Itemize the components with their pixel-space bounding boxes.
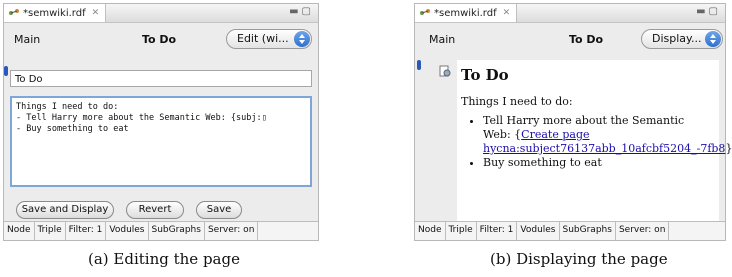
revert-button[interactable]: Revert — [126, 201, 184, 219]
close-icon[interactable]: ✕ — [92, 8, 100, 18]
caption-a: (a) Editing the page — [88, 250, 240, 268]
mode-select[interactable]: Display... — [641, 29, 723, 49]
file-tab[interactable]: *semwiki.rdf ✕ — [415, 4, 518, 22]
page-title: To Do — [569, 33, 604, 46]
page-content-editor[interactable]: Things I need to do: - Tell Harry more a… — [10, 96, 312, 187]
tab-subgraphs[interactable]: SubGraphs — [560, 222, 616, 240]
tab-triple[interactable]: Triple — [35, 222, 66, 240]
close-icon[interactable]: ✕ — [503, 8, 511, 18]
tab-vodules[interactable]: Vodules — [517, 222, 560, 240]
rendered-page: To Do Things I need to do: Tell Harry mo… — [457, 60, 732, 224]
list-item: Tell Harry more about the Semantic Web: … — [483, 114, 732, 156]
close-brace: } — [725, 142, 732, 155]
rendered-heading: To Do — [461, 66, 509, 84]
save-button[interactable]: Save — [196, 201, 242, 219]
select-arrows-icon — [294, 31, 310, 47]
tab-triple[interactable]: Triple — [446, 222, 477, 240]
tab-node[interactable]: Node — [4, 222, 35, 240]
marker-icon — [417, 60, 421, 70]
mode-select-value: Display... — [652, 32, 702, 45]
file-tab[interactable]: *semwiki.rdf ✕ — [4, 4, 107, 22]
tab-filter[interactable]: Filter: 1 — [477, 222, 518, 240]
tab-server[interactable]: Server: on — [616, 222, 670, 240]
tab-vodules[interactable]: Vodules — [106, 222, 149, 240]
list-item: Buy something to eat — [483, 156, 713, 170]
window-controls-icon[interactable]: ▬▢ — [696, 6, 721, 17]
file-tab-label: *semwiki.rdf — [23, 7, 86, 19]
rendered-list: Tell Harry more about the Semantic Web: … — [461, 114, 732, 170]
file-tab-label: *semwiki.rdf — [434, 7, 497, 19]
tab-server[interactable]: Server: on — [205, 222, 259, 240]
page-title: To Do — [142, 33, 177, 46]
select-arrows-icon — [705, 31, 721, 47]
tab-filter[interactable]: Filter: 1 — [66, 222, 107, 240]
title-field[interactable]: To Do — [10, 70, 312, 87]
rdf-file-icon — [8, 8, 20, 18]
caption-b: (b) Displaying the page — [490, 250, 668, 268]
tab-subgraphs[interactable]: SubGraphs — [149, 222, 205, 240]
display-titlebar: *semwiki.rdf ✕ ▬▢ — [415, 4, 725, 23]
bottom-tab-bar: Node Triple Filter: 1 Vodules SubGraphs … — [4, 221, 318, 240]
mode-select-value: Edit (wi... — [237, 32, 289, 45]
rdf-file-icon — [419, 8, 431, 18]
display-panel: *semwiki.rdf ✕ ▬▢ Main To Do Display... … — [414, 3, 732, 241]
window-controls-icon[interactable]: ▬▢ — [289, 6, 314, 17]
save-and-display-button[interactable]: Save and Display — [16, 201, 114, 219]
main-label: Main — [429, 33, 456, 46]
display-header: Main To Do Display... — [415, 26, 725, 52]
tab-node[interactable]: Node — [415, 222, 446, 240]
main-label: Main — [14, 33, 41, 46]
editor-header: Main To Do Edit (wi... — [4, 26, 318, 52]
bottom-tab-bar: Node Triple Filter: 1 Vodules SubGraphs … — [415, 221, 725, 240]
mode-select[interactable]: Edit (wi... — [226, 29, 312, 49]
rendered-intro: Things I need to do: — [461, 95, 573, 108]
editor-panel: *semwiki.rdf ✕ ▬▢ Main To Do Edit (wi...… — [3, 3, 319, 241]
marker-icon — [4, 66, 8, 76]
page-icon — [439, 62, 451, 77]
editor-titlebar: *semwiki.rdf ✕ ▬▢ — [4, 4, 318, 23]
